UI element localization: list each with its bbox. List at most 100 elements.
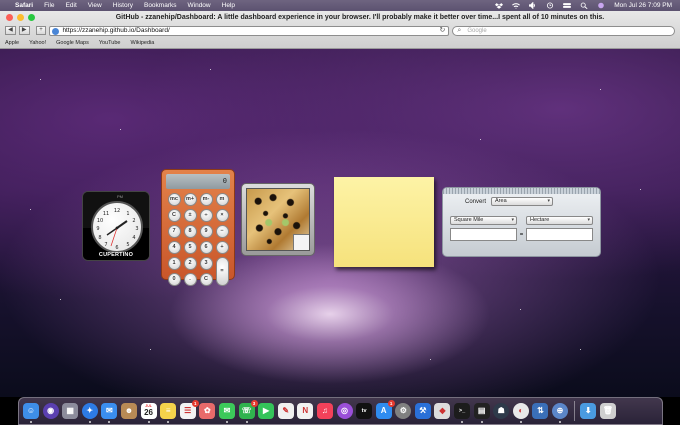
menu-safari[interactable]: Safari (15, 2, 33, 9)
calc-key-mc[interactable]: mc (167, 193, 181, 206)
dock-safari-icon[interactable]: ✦ (81, 403, 98, 423)
back-button[interactable]: ◀ (5, 26, 16, 35)
bookmark-wikipedia[interactable]: Wikipedia (130, 40, 154, 46)
calc-key-6[interactable]: 6 (199, 241, 213, 254)
address-bar[interactable]: https://zzanehip.github.io/Dashboard/ ↻ (49, 25, 450, 36)
calc-key-mminus[interactable]: m- (199, 193, 213, 206)
menu-view[interactable]: View (88, 2, 102, 9)
dock-notes-icon[interactable]: ≡ (160, 403, 177, 423)
dock-contacts-icon[interactable]: ☻ (120, 403, 137, 419)
clock-widget[interactable]: PM 12 1 2 3 4 5 6 7 8 9 10 11 CUPERTINO (82, 191, 150, 261)
search-field[interactable]: ⌕ Google (452, 25, 675, 36)
calc-key-sign[interactable]: ± (183, 209, 197, 222)
bookmark-google-maps[interactable]: Google Maps (56, 40, 89, 46)
hour-hand (116, 220, 128, 229)
to-unit-select[interactable]: Hectare ▾ (526, 216, 593, 225)
calc-key-mplus[interactable]: m+ (183, 193, 197, 206)
calc-key-divide[interactable]: ÷ (199, 209, 213, 222)
dock-xcode-icon[interactable]: ⚒ (414, 403, 431, 419)
calc-key-8[interactable]: 8 (183, 225, 197, 238)
calc-key-minus[interactable]: − (215, 225, 229, 238)
spotlight-icon[interactable] (580, 2, 588, 9)
sticky-note-widget[interactable] (334, 177, 434, 267)
dock-photos-icon[interactable]: ✿ (199, 403, 216, 419)
zoom-window-button[interactable] (28, 14, 35, 21)
dock-messages-icon[interactable]: ✉ (218, 403, 235, 423)
dock-chrome-icon[interactable]: ◐ (512, 403, 529, 423)
forward-button[interactable]: ▶ (18, 26, 30, 35)
calc-key-3[interactable]: 3 (199, 257, 213, 270)
menu-bookmarks[interactable]: Bookmarks (144, 2, 177, 9)
dock-activity-monitor-icon[interactable]: ▤ (473, 403, 490, 423)
to-value-input[interactable] (525, 228, 593, 241)
leopard-puzzle-image[interactable] (246, 188, 310, 251)
dock-system-preferences-icon[interactable]: ⚙ (395, 403, 412, 419)
traffic-lights (6, 14, 35, 21)
dock-reminders-icon[interactable]: ☰ 1 (179, 400, 199, 419)
unit-converter-widget[interactable]: Convert Area ▾ Square Mile ▾ Hectare ▾ = (442, 187, 601, 257)
time-machine-icon[interactable] (546, 2, 554, 9)
calc-key-2[interactable]: 2 (183, 257, 197, 270)
dock-facetime-icon[interactable]: ▶ (258, 403, 275, 419)
from-value-input[interactable] (450, 228, 517, 241)
calc-key-0[interactable]: 0 (167, 273, 181, 286)
running-indicator (30, 421, 32, 423)
menu-bar: Safari File Edit View History Bookmarks … (0, 0, 680, 11)
calculator-widget[interactable]: 0 mc m+ m- m C ± ÷ × 7 8 9 − 4 5 6 + 1 2… (161, 169, 235, 286)
dropbox-icon[interactable] (495, 2, 504, 9)
calc-key-9[interactable]: 9 (199, 225, 213, 238)
bookmark-apple[interactable]: Apple (5, 40, 19, 46)
siri-icon[interactable] (597, 2, 605, 9)
calc-key-equals[interactable]: = (215, 257, 229, 286)
calc-key-7[interactable]: 7 (167, 225, 181, 238)
dock-whatsapp-icon[interactable]: ☏ 3 (238, 400, 258, 423)
menu-help[interactable]: Help (222, 2, 235, 9)
calc-key-c[interactable]: C (199, 273, 213, 286)
calc-key-decimal[interactable]: . (183, 273, 197, 286)
dock-compass-app-icon[interactable]: ⊕ (552, 403, 569, 423)
minimize-window-button[interactable] (17, 14, 24, 21)
volume-icon[interactable] (529, 2, 537, 9)
calc-key-clear[interactable]: C (167, 209, 181, 222)
dock-mail-icon[interactable]: ✉ (101, 403, 118, 423)
tile-game-widget[interactable] (241, 183, 315, 256)
dock-launchpad-icon[interactable]: ▦ (62, 403, 79, 419)
add-bookmark-button[interactable]: + (35, 26, 47, 35)
dock-trash-icon[interactable]: 🗑 (599, 403, 616, 419)
calc-key-5[interactable]: 5 (183, 241, 197, 254)
reload-icon[interactable]: ↻ (439, 27, 445, 35)
menu-edit[interactable]: Edit (66, 2, 77, 9)
dock-finder-icon[interactable]: ☺ (23, 403, 39, 423)
dock-music-icon[interactable]: ♫ (316, 403, 333, 419)
calc-key-mr[interactable]: m (215, 193, 229, 206)
dock-tv-icon[interactable]: tv (356, 403, 373, 419)
close-window-button[interactable] (6, 14, 13, 21)
dock-siri-icon[interactable]: ◉ (42, 403, 59, 419)
dock-app-store-icon[interactable]: A1 (375, 400, 395, 419)
dock-podcasts-icon[interactable]: ◎ (336, 403, 353, 419)
menu-history[interactable]: History (113, 2, 133, 9)
calc-key-multiply[interactable]: × (215, 209, 229, 222)
dock-calendar-icon[interactable]: JUL 26 (140, 403, 157, 423)
dock-pages-icon[interactable]: ✎ (277, 403, 294, 419)
dock-terminal-icon[interactable]: >_ (454, 403, 471, 423)
wifi-icon[interactable] (512, 2, 521, 9)
dock-script-editor-icon[interactable]: ◆ (434, 403, 451, 419)
menu-window[interactable]: Window (188, 2, 211, 9)
bookmark-yahoo[interactable]: Yahoo! (29, 40, 46, 46)
dock-git-app-icon[interactable]: ⇅ (532, 403, 549, 419)
menubar-clock[interactable]: Mon Jul 26 7:09 PM (614, 2, 672, 9)
bookmark-youtube[interactable]: YouTube (99, 40, 121, 46)
menu-file[interactable]: File (44, 2, 54, 9)
dock-alien-app-icon[interactable]: ☗ (493, 403, 510, 419)
calc-key-1[interactable]: 1 (167, 257, 181, 270)
dock-downloads-folder-icon[interactable]: ⬇ (580, 403, 597, 419)
dock-news-icon[interactable]: N (297, 403, 314, 419)
control-center-icon[interactable] (563, 2, 572, 9)
globe-icon (52, 27, 60, 35)
calc-key-plus[interactable]: + (215, 241, 229, 254)
calc-key-4[interactable]: 4 (167, 241, 181, 254)
convert-row: Convert Area ▾ (443, 194, 600, 206)
category-select[interactable]: Area ▾ (491, 197, 554, 206)
from-unit-select[interactable]: Square Mile ▾ (450, 216, 517, 225)
